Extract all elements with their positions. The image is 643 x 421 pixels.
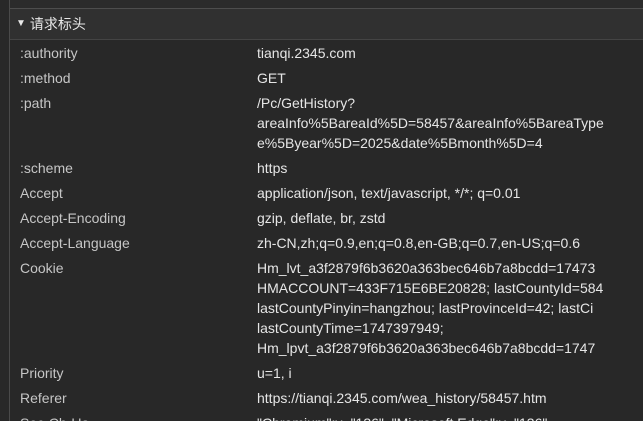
header-value-line: gzip, deflate, br, zstd [257,210,386,226]
header-name: :scheme [20,160,73,176]
header-row: Accept application/json, text/javascript,… [10,180,643,205]
header-row: Sec-Ch-Ua"Chromium";v="136", "Microsoft … [10,410,643,421]
header-value[interactable]: application/json, text/javascript, */*; … [257,185,643,201]
header-value-line: HMACCOUNT=433F715E6BE20828; lastCountyId… [257,280,604,296]
header-value-line: Hm_lvt_a3f2879f6b3620a363bec646b7a8bcdd=… [257,260,596,276]
header-name: Priority [20,365,64,381]
devtools-headers-panel: ▼ 请求标头 :authority tianqi.2345.com :method G… [0,0,643,421]
header-value[interactable]: GET [257,70,643,86]
header-name: Cookie [20,260,64,276]
header-value-line: tianqi.2345.com [257,45,356,61]
header-name: :path [20,95,52,111]
headers-list: :authority tianqi.2345.com :method GET :path… [10,40,643,421]
header-name: Accept [20,185,63,201]
header-row: :method GET [10,65,643,90]
header-value[interactable]: zh-CN,zh;q=0.9,en;q=0.8,en-GB;q=0.7,en-U… [257,235,643,251]
header-row: :scheme https [10,155,643,180]
header-value-line: lastCountyTime=1747397949; [257,320,444,336]
header-row: Priority u=1, i [10,360,643,385]
header-name: Sec-Ch-Ua [10,415,257,421]
header-row: Cookie Hm_lvt_a3f2879f6b3620a363bec646b7a… [10,255,643,360]
header-value[interactable]: Hm_lvt_a3f2879f6b3620a363bec646b7a8bcdd=… [257,260,643,356]
header-name: :authority [20,45,78,61]
header-name: Accept-Language [20,235,130,251]
header-value-line: application/json, text/javascript, */*; … [257,185,521,201]
section-title: 请求标头 [29,16,86,32]
header-name: Accept-Encoding [20,210,126,226]
header-value-line: u=1, i [257,365,292,381]
header-value[interactable]: "Chromium";v="136", "Microsoft Edge";v="… [257,415,643,421]
header-value-line: https://tianqi.2345.com/wea_history/5845… [257,390,547,406]
header-name: Referer [20,390,67,406]
header-value-line: zh-CN,zh;q=0.9,en;q=0.8,en-GB;q=0.7,en-U… [257,235,580,251]
header-value[interactable]: /Pc/GetHistory? areaInfo%5BareaId%5D=5845… [257,95,643,151]
triangle-down-icon[interactable]: ▼ [16,19,26,29]
request-headers-section-toggle[interactable]: ▼ 请求标头 [10,9,643,40]
header-value-line: Hm_lpvt_a3f2879f6b3620a363bec646b7a8bcdd… [257,340,596,356]
header-row: Accept-Encoding gzip, deflate, br, zstd [10,205,643,230]
header-row: :path/Pc/GetHistory? areaInfo%5BareaId%5D… [10,90,643,155]
header-row: Referer https://tianqi.2345.com/wea_histo… [10,385,643,410]
header-row: Accept-Language zh-CN,zh;q=0.9,en;q=0.8,e… [10,230,643,255]
header-value-line: lastCountyPinyin=hangzhou; lastProvinceI… [257,300,594,316]
top-strip [10,0,643,9]
header-value[interactable]: https [257,160,643,176]
header-row: :authority tianqi.2345.com [10,40,643,65]
header-value-line: https [257,160,288,176]
header-value[interactable]: tianqi.2345.com [257,45,643,61]
header-name: :method [20,70,71,86]
header-value[interactable]: gzip, deflate, br, zstd [257,210,643,226]
header-value-line: areaInfo%5BareaId%5D=58457&areaInfo%5Bar… [257,115,604,131]
header-value[interactable]: u=1, i [257,365,643,381]
header-value[interactable]: https://tianqi.2345.com/wea_history/5845… [257,390,643,406]
header-value-line: GET [257,70,286,86]
header-value-line: "Chromium";v="136", "Microsoft Edge";v="… [257,415,643,421]
header-value-line: /Pc/GetHistory? [257,95,356,111]
header-value-line: e%5Byear%5D=2025&date%5Bmonth%5D=4 [257,135,543,151]
